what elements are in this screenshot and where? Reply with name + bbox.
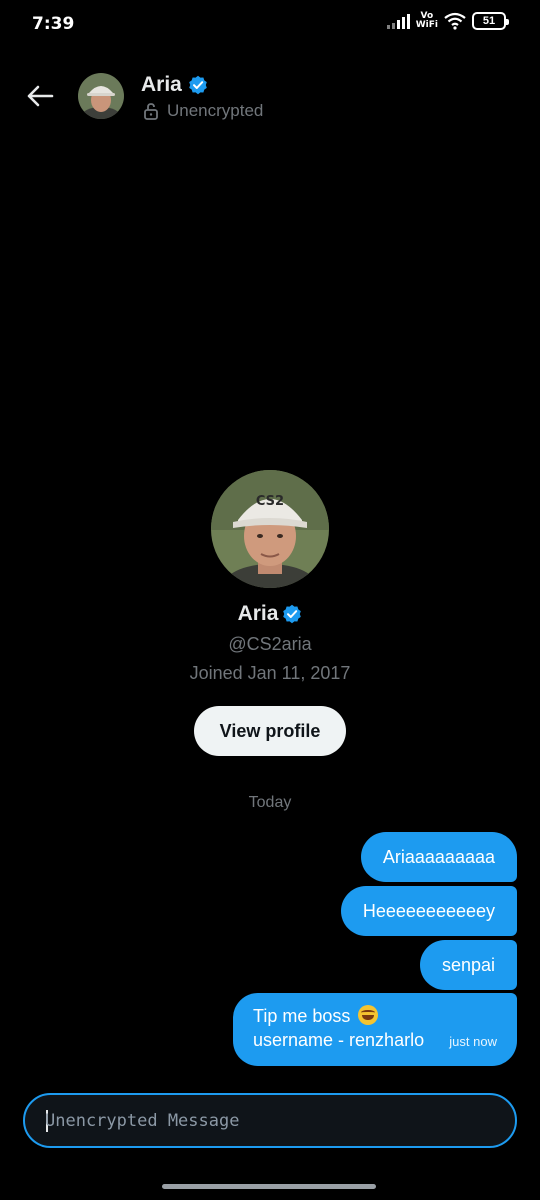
message-timestamp: just now (449, 1034, 497, 1049)
message-composer[interactable] (23, 1093, 517, 1148)
message-line: username - renzharlo (253, 1030, 425, 1050)
profile-card: CS2 Aria @CS2aria Joined Jan 11, 2017 Vi… (0, 470, 540, 756)
status-bar: 7:39 Vo WiFi 51 (0, 0, 540, 48)
message-last-row: username - renzharlo just now (253, 1028, 497, 1054)
back-button[interactable] (24, 80, 56, 112)
header-avatar[interactable] (78, 73, 124, 119)
verified-badge-icon (283, 604, 302, 624)
wifi-icon (444, 12, 466, 30)
profile-handle: @CS2aria (228, 634, 312, 654)
status-icons: Vo WiFi 51 (386, 11, 509, 30)
message-bubble[interactable]: Tip me boss username - renzharlo just no… (233, 993, 517, 1066)
message-bubble[interactable]: senpai (419, 940, 517, 990)
status-time: 7:39 (32, 14, 75, 34)
profile-avatar[interactable]: CS2 (211, 470, 329, 588)
message-line: Tip me boss (253, 1004, 497, 1028)
profile-joined-date: Joined Jan 11, 2017 (189, 663, 351, 683)
message-bubble[interactable]: Heeeeeeeeeeey (340, 886, 517, 936)
date-separator: Today (248, 794, 292, 811)
message-bubble[interactable]: Ariaaaaaaaaa (360, 832, 517, 882)
home-indicator[interactable] (162, 1184, 376, 1189)
cellular-signal-icon (386, 13, 410, 29)
encryption-status: Unencrypted (143, 101, 263, 121)
vowifi-indicator: Vo WiFi (415, 11, 438, 30)
verified-badge-icon (189, 75, 207, 95)
rolling-laughing-emoji-icon (358, 1005, 379, 1025)
view-profile-button[interactable]: View profile (194, 706, 346, 756)
unlocked-padlock-icon (144, 103, 158, 120)
encryption-status-label: Unencrypted (167, 101, 264, 120)
header-name-row[interactable]: Aria (141, 73, 208, 97)
conversation-header: Aria Unencrypted (0, 70, 540, 126)
battery-icon: 51 (472, 12, 509, 30)
profile-name: Aria (237, 602, 279, 625)
cap-logo-text: CS2 (256, 494, 284, 509)
header-name: Aria (141, 73, 182, 96)
profile-name-row: Aria (0, 602, 540, 626)
message-input[interactable] (45, 1095, 495, 1146)
arrow-left-icon (27, 85, 54, 107)
